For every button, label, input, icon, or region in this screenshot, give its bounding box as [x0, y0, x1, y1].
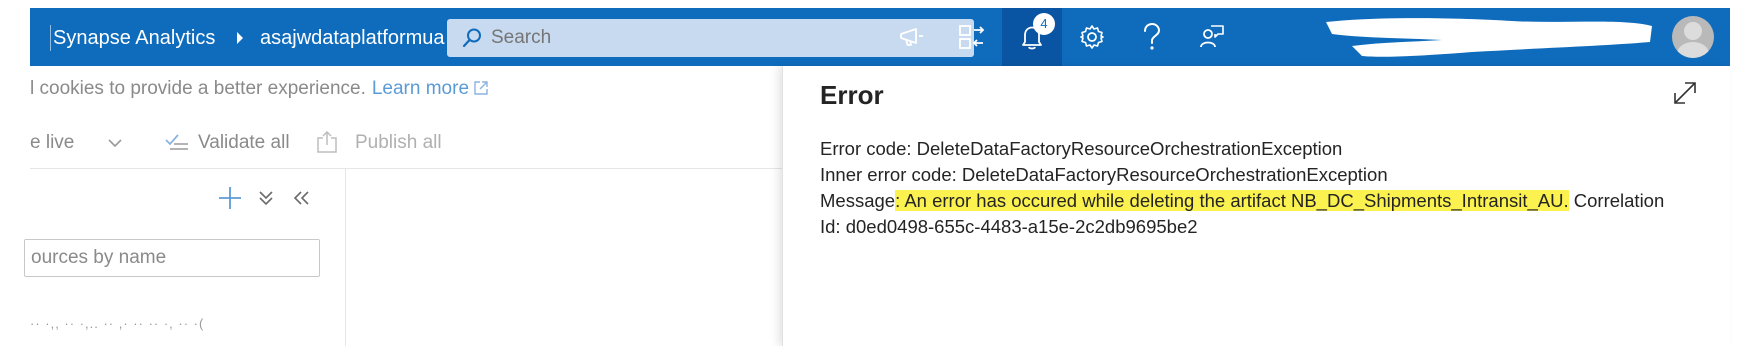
- double-chevron-left-icon[interactable]: [292, 190, 310, 206]
- validate-check-icon: [165, 134, 188, 150]
- collapse-all-icon[interactable]: [258, 189, 274, 207]
- help-button[interactable]: [1122, 8, 1182, 66]
- search-icon: [462, 28, 481, 48]
- chevron-right-icon: [237, 32, 243, 44]
- inner-error-code: Inner error code: DeleteDataFactoryResou…: [820, 164, 1388, 185]
- message-suffix: Correlation: [1568, 190, 1665, 211]
- megaphone-icon: [900, 28, 923, 46]
- directory-switch-button[interactable]: [942, 8, 1002, 66]
- window-top-edge: [0, 0, 1737, 8]
- top-bar: Synapse Analytics asajwdataplatformua Se…: [30, 8, 1730, 66]
- error-details: Error code: DeleteDataFactoryResourceOrc…: [820, 136, 1700, 240]
- support-button[interactable]: [1182, 8, 1242, 66]
- avatar[interactable]: [1672, 16, 1714, 58]
- sidebar-divider: [345, 169, 346, 346]
- gear-icon: [1080, 25, 1104, 49]
- tree-item-blurred[interactable]: ·· ·,, ·· ·,.. ·· ,· ·· ·· ·, ·· ·(: [30, 316, 204, 331]
- validate-all-button[interactable]: Validate all: [198, 130, 290, 156]
- cookie-banner: l cookies to provide a better experience…: [30, 78, 489, 100]
- brand-link[interactable]: Synapse Analytics: [53, 25, 215, 51]
- toolbar-divider: [30, 168, 782, 169]
- error-panel: Error Error code: DeleteDataFactoryResou…: [782, 66, 1730, 346]
- publish-all-button[interactable]: Publish all: [355, 130, 442, 156]
- plus-icon[interactable]: [218, 186, 242, 210]
- external-link-icon: [474, 81, 488, 95]
- account-info-redacted[interactable]: [1322, 12, 1654, 60]
- notification-count-badge: 4: [1033, 13, 1055, 35]
- notifications-button[interactable]: 4: [1002, 8, 1062, 66]
- correlation-id: Id: d0ed0498-655c-4483-a15e-2c2db9695be2: [820, 216, 1198, 237]
- support-icon: [1200, 25, 1224, 48]
- app-window: Synapse Analytics asajwdataplatformua Se…: [0, 0, 1737, 346]
- help-icon: [1144, 22, 1161, 50]
- message-highlight: : An error has occured while deleting th…: [895, 190, 1569, 211]
- resource-filter-input[interactable]: [25, 240, 305, 276]
- expand-icon[interactable]: [1670, 78, 1700, 108]
- brand-divider: [50, 25, 51, 51]
- avatar-head: [1684, 22, 1702, 40]
- message-prefix: Message: [820, 190, 896, 211]
- mode-label[interactable]: e live: [30, 130, 74, 156]
- feedback-button[interactable]: [882, 8, 942, 66]
- cookie-text: l cookies to provide a better experience…: [30, 78, 366, 99]
- publish-icon: [317, 130, 337, 153]
- left-frame: [0, 0, 30, 346]
- error-code: Error code: DeleteDataFactoryResourceOrc…: [820, 138, 1343, 159]
- directory-switch-icon: [959, 25, 985, 49]
- panel-title: Error: [820, 80, 884, 110]
- chevron-down-icon[interactable]: [108, 137, 122, 149]
- error-message: Message: An error has occured while dele…: [820, 188, 1700, 214]
- learn-more-link[interactable]: Learn more: [372, 78, 469, 99]
- resource-filter[interactable]: [24, 239, 320, 277]
- settings-button[interactable]: [1062, 8, 1122, 66]
- avatar-body: [1677, 42, 1709, 58]
